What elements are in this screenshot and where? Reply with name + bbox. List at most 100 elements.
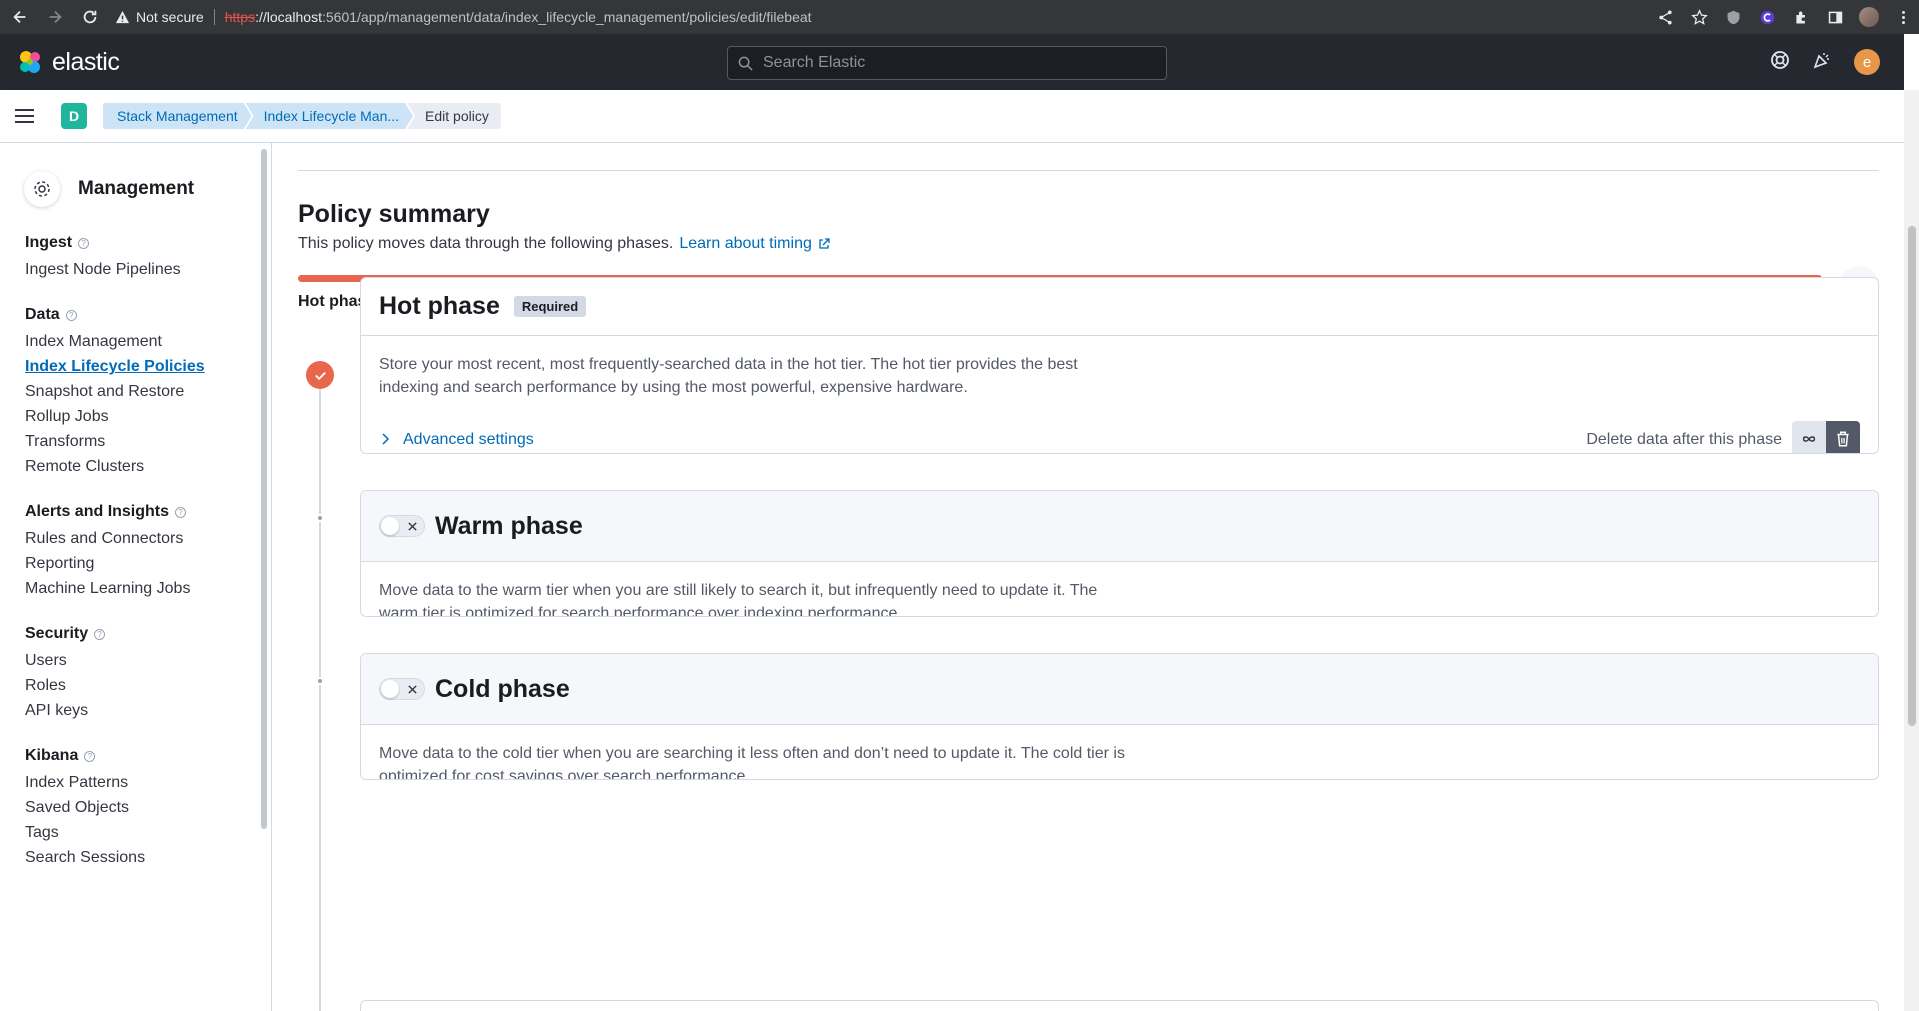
hot-phase-header: Hot phase Required [361,278,1878,336]
switch-knob [381,517,399,535]
browser-toolbar: Not secure https://localhost:5601/app/ma… [0,0,1919,34]
logo-text: elastic [52,47,120,76]
help-icon[interactable]: ? [84,750,96,762]
url-host: ://localhost [255,9,322,25]
space-avatar[interactable]: D [61,103,87,129]
nav-group-data: Data? Index Management Index Lifecycle P… [25,305,271,477]
sidebar-item-index-management[interactable]: Index Management [25,332,271,352]
breadcrumb-edit-policy: Edit policy [407,103,501,129]
sidebar-item-snapshot-restore[interactable]: Snapshot and Restore [25,382,271,402]
url-separator [213,9,215,25]
cold-phase-title: Cold phase [435,674,570,703]
share-icon[interactable] [1655,7,1675,27]
delete-toggle-group [1792,421,1860,453]
kibana-header: elastic Search Elastic e [0,34,1904,90]
url-text: https://localhost:5601/app/management/da… [225,9,812,25]
profile-picture [1859,7,1879,27]
cold-phase-switch[interactable] [379,678,425,700]
sidebar-item-remote-clusters[interactable]: Remote Clusters [25,457,271,477]
chevron-right-icon [382,433,390,445]
shield-extension-icon[interactable] [1723,7,1743,27]
help-icon[interactable]: ? [175,506,187,518]
sidebar-item-ml-jobs[interactable]: Machine Learning Jobs [25,579,271,599]
hot-phase-description: Store your most recent, most frequently-… [379,356,1078,396]
nav-group-kibana: Kibana? Index Patterns Saved Objects Tag… [25,746,271,868]
summary-text: This policy moves data through the follo… [298,235,674,252]
menu-hamburger-icon[interactable] [15,101,45,131]
warning-icon [115,10,130,23]
warm-phase-title: Warm phase [435,511,583,540]
trash-icon[interactable] [1826,421,1860,453]
summary-description: This policy moves data through the follo… [298,235,830,253]
reload-icon[interactable] [75,2,105,32]
help-icon[interactable]: ? [94,628,106,640]
address-bar[interactable]: Not secure https://localhost:5601/app/ma… [115,4,812,30]
sidebar-item-roles[interactable]: Roles [25,676,271,696]
help-icon[interactable]: ? [78,237,90,249]
cold-phase-panel: Cold phase Move data to the cold tier wh… [360,653,1879,780]
global-search-input[interactable]: Search Elastic [727,46,1167,80]
warm-phase-description: Move data to the warm tier when you are … [379,582,1098,617]
elastic-logo[interactable]: elastic [16,47,120,77]
nav-group-ingest: Ingest? Ingest Node Pipelines [25,233,271,280]
sidebar-header: Management [24,171,271,207]
nav-group-security: Security? Users Roles API keys [25,624,271,721]
sidebar-item-search-sessions[interactable]: Search Sessions [25,848,271,868]
nav-group-alerts: Alerts and Insights? Rules and Connector… [25,502,271,599]
newsfeed-cheer-icon[interactable] [1812,50,1832,75]
help-lifebuoy-icon[interactable] [1770,50,1790,75]
page-title: Policy summary [298,200,490,228]
gear-icon [24,171,60,207]
sidebar-item-reporting[interactable]: Reporting [25,554,271,574]
cross-icon [408,522,417,531]
sidebar-item-index-lifecycle-policies[interactable]: Index Lifecycle Policies [25,357,271,377]
infinity-icon[interactable] [1792,421,1826,453]
warm-phase-switch[interactable] [379,515,425,537]
hot-phase-panel: Hot phase Required Store your most recen… [360,277,1879,454]
sidebar-item-users[interactable]: Users [25,651,271,671]
advanced-settings-toggle[interactable]: Advanced settings [379,428,534,451]
extension-c-icon[interactable] [1757,7,1777,27]
breadcrumb-stack-management[interactable]: Stack Management [103,103,252,129]
scrollbar-thumb[interactable] [1908,226,1916,726]
header-actions: e [1770,34,1880,90]
sidebar-item-rollup-jobs[interactable]: Rollup Jobs [25,407,271,427]
sidebar-scrollbar[interactable] [261,149,267,829]
delete-data-control: Delete data after this phase [1586,421,1860,453]
bookmark-star-icon[interactable] [1689,7,1709,27]
puzzle-icon[interactable] [1791,7,1811,27]
sidebar-item-saved-objects[interactable]: Saved Objects [25,798,271,818]
required-badge: Required [513,296,587,317]
check-icon [306,361,334,389]
sidebar-item-tags[interactable]: Tags [25,823,271,843]
sidebar-item-ingest-pipelines[interactable]: Ingest Node Pipelines [25,260,271,280]
breadcrumb-bar: D Stack Management Index Lifecycle Man..… [0,90,1904,143]
profile-avatar[interactable] [1859,7,1879,27]
sidebar-item-api-keys[interactable]: API keys [25,701,271,721]
nav-group-title: Ingest? [25,233,271,253]
external-link-icon [819,238,830,249]
back-icon[interactable] [5,2,35,32]
breadcrumb-index-lifecycle[interactable]: Index Lifecycle Man... [246,103,413,129]
user-avatar[interactable]: e [1854,49,1880,75]
warm-timeline-dot [316,514,324,522]
sidepanel-icon[interactable] [1825,7,1845,27]
sidebar-item-rules-connectors[interactable]: Rules and Connectors [25,529,271,549]
url-path: :5601/app/management/data/index_lifecycl… [322,9,812,25]
learn-timing-link[interactable]: Learn about timing [679,235,830,253]
sidebar-item-transforms[interactable]: Transforms [25,432,271,452]
nav-group-title: Security? [25,624,271,644]
url-scheme: https [224,9,256,25]
sidebar-item-index-patterns[interactable]: Index Patterns [25,773,271,793]
security-warning[interactable]: Not secure [115,9,204,25]
nav-group-title: Data? [25,305,271,325]
help-icon[interactable]: ? [65,309,77,321]
delete-data-label: Delete data after this phase [1586,430,1782,448]
cold-phase-header: Cold phase [361,654,1878,725]
warm-phase-panel: Warm phase Move data to the warm tier wh… [360,490,1879,617]
cross-icon [408,685,417,694]
kebab-menu-icon[interactable] [1893,7,1913,27]
security-label: Not secure [136,9,204,25]
forward-icon[interactable] [40,2,70,32]
page-scrollbar[interactable] [1904,90,1919,1011]
